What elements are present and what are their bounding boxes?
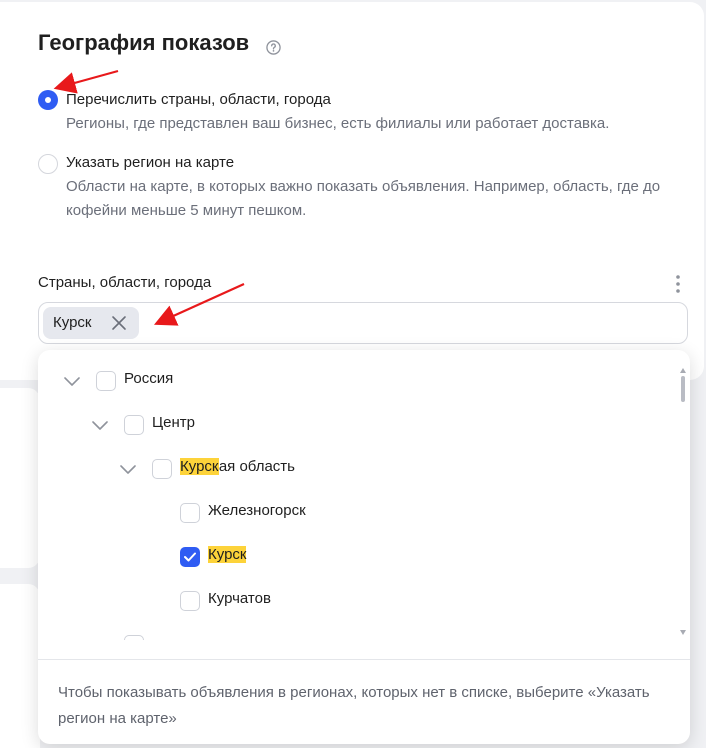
dropdown-footer: Чтобы показывать объявления в регионах, … bbox=[38, 659, 690, 744]
option-title[interactable]: Перечислить страны, области, города bbox=[66, 91, 331, 108]
region-chip[interactable]: Курск bbox=[43, 307, 139, 339]
checkbox[interactable] bbox=[124, 415, 144, 435]
tree-item-kursk[interactable]: Курск bbox=[180, 543, 660, 571]
tree-item-zheleznogorsk[interactable]: Железногорск bbox=[180, 499, 660, 527]
chevron-down-icon[interactable] bbox=[92, 421, 108, 431]
chevron-down-icon[interactable] bbox=[120, 465, 136, 475]
section-title: География показов bbox=[38, 30, 250, 55]
checkbox[interactable] bbox=[180, 503, 200, 523]
option-title[interactable]: Указать регион на карте bbox=[66, 154, 234, 171]
tree-item-label: Россия bbox=[124, 370, 174, 387]
tree-item-kursk-oblast[interactable]: Курская область bbox=[120, 455, 670, 483]
scroll-thumb[interactable] bbox=[681, 376, 685, 402]
dropdown-hint: Чтобы показывать объявления в регионах, … bbox=[58, 684, 650, 727]
tree-item-partial[interactable] bbox=[124, 631, 604, 640]
background-card bbox=[0, 584, 40, 748]
region-tree: Россия Центр Курская область Железногорс… bbox=[38, 350, 678, 640]
search-highlight: Курск bbox=[180, 458, 219, 475]
checkbox[interactable] bbox=[96, 371, 116, 391]
tree-item-label: Курчатов bbox=[208, 590, 271, 607]
radio-map-region[interactable] bbox=[38, 154, 58, 174]
more-vertical-icon[interactable] bbox=[670, 274, 686, 294]
radio-list-regions[interactable] bbox=[38, 90, 58, 110]
checkbox[interactable] bbox=[124, 635, 144, 640]
tree-item-center[interactable]: Центр bbox=[92, 411, 672, 439]
regions-dropdown: Россия Центр Курская область Железногорс… bbox=[38, 350, 690, 744]
tree-item-label-rest: ая область bbox=[218, 458, 295, 475]
check-icon bbox=[184, 552, 196, 562]
question-circle-icon[interactable] bbox=[266, 40, 281, 55]
field-label: Страны, области, города bbox=[38, 274, 212, 291]
search-highlight: Курск bbox=[208, 546, 247, 563]
tree-item-label: Курская область bbox=[180, 458, 295, 475]
tree-item-kurchatov[interactable]: Курчатов bbox=[180, 587, 660, 615]
background-card bbox=[0, 388, 40, 568]
scrollbar[interactable] bbox=[680, 368, 686, 638]
tree-item-label: Центр bbox=[152, 414, 195, 431]
regions-input[interactable]: Курск bbox=[38, 302, 688, 344]
checkbox-checked[interactable] bbox=[180, 547, 200, 567]
option-description: Области на карте, в которых важно показа… bbox=[66, 178, 661, 219]
chip-label: Курск bbox=[53, 314, 92, 331]
scroll-up-arrow-icon[interactable] bbox=[680, 368, 686, 373]
checkbox[interactable] bbox=[180, 591, 200, 611]
tree-item-label: Железногорск bbox=[208, 502, 306, 519]
scroll-down-arrow-icon[interactable] bbox=[680, 630, 686, 635]
close-icon[interactable] bbox=[111, 315, 127, 331]
checkbox[interactable] bbox=[152, 459, 172, 479]
tree-item-russia[interactable]: Россия bbox=[64, 367, 664, 395]
chevron-down-icon[interactable] bbox=[64, 377, 80, 387]
tree-item-label: Курск bbox=[208, 546, 247, 563]
option-description: Регионы, где представлен ваш бизнес, ест… bbox=[66, 115, 610, 132]
